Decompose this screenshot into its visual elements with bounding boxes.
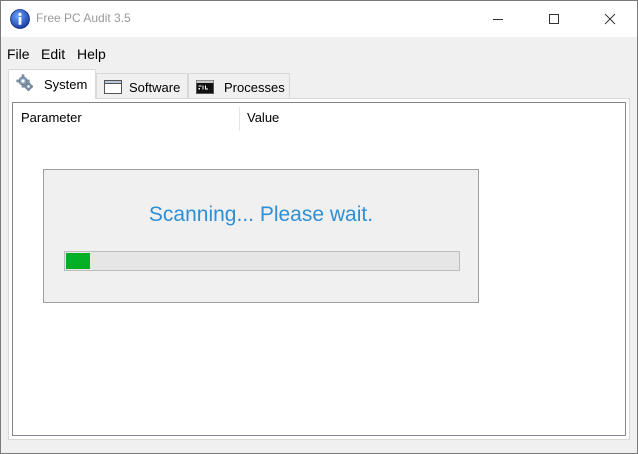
maximize-icon — [549, 14, 559, 24]
info-icon — [10, 9, 30, 29]
column-header-parameter[interactable]: Parameter — [21, 110, 82, 136]
close-button[interactable] — [587, 1, 633, 37]
tab-system-label: System — [44, 77, 88, 92]
gears-icon — [16, 74, 33, 91]
title-bar[interactable]: Free PC Audit 3.5 — [1, 1, 637, 37]
tab-software-label: Software — [129, 80, 181, 95]
menu-bar: File Edit Help — [1, 41, 637, 65]
scan-progress-fill — [66, 253, 90, 269]
scanning-dialog: Scanning... Please wait. — [43, 169, 479, 303]
tab-processes-label: Processes — [224, 80, 285, 95]
maximize-button[interactable] — [531, 1, 577, 37]
window-icon — [104, 80, 122, 94]
app-window: Free PC Audit 3.5 File Edit Help System … — [0, 0, 638, 454]
menu-file[interactable]: File — [7, 46, 30, 62]
close-icon — [604, 13, 616, 25]
menu-help[interactable]: Help — [77, 46, 106, 62]
tab-processes[interactable]: Processes — [188, 73, 290, 99]
console-icon — [196, 80, 214, 94]
window-title: Free PC Audit 3.5 — [36, 11, 131, 25]
scan-progress-bar — [64, 251, 460, 271]
column-separator[interactable] — [239, 107, 240, 131]
minimize-button[interactable] — [475, 1, 521, 37]
menu-edit[interactable]: Edit — [41, 46, 65, 62]
scanning-message: Scanning... Please wait. — [148, 203, 374, 226]
minimize-icon — [493, 19, 503, 20]
column-header-value[interactable]: Value — [247, 110, 279, 136]
tab-system[interactable]: System — [8, 69, 96, 99]
tab-software[interactable]: Software — [96, 73, 188, 99]
